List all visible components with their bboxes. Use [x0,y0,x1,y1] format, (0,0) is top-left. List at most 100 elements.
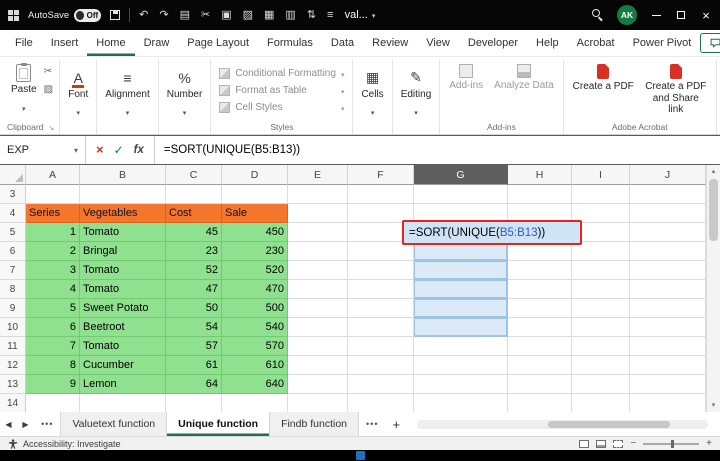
conditional-formatting-button[interactable]: Conditional Formatting [216,65,347,82]
cell-C10[interactable]: 54 [166,318,222,337]
chart-icon[interactable]: ▥ [285,10,295,21]
horizontal-scroll-thumb[interactable] [548,421,670,428]
search-icon[interactable] [591,9,604,22]
taskbar-app-icon[interactable] [356,451,365,460]
cell-I12[interactable] [572,356,630,375]
row-header-6[interactable]: 6 [0,242,26,261]
editing-group-button[interactable]: ✎ Editing [393,59,441,134]
column-header-J[interactable]: J [630,165,706,185]
cell-J4[interactable] [630,204,706,223]
cell-B12[interactable]: Cucumber [80,356,166,375]
cancel-icon[interactable] [96,141,104,159]
cell-E3[interactable] [288,185,348,204]
cell-I10[interactable] [572,318,630,337]
cell-E5[interactable] [288,223,348,242]
cell-J12[interactable] [630,356,706,375]
tab-page-layout[interactable]: Page Layout [178,30,258,56]
cell-A11[interactable]: 7 [26,337,80,356]
cell-H11[interactable] [508,337,572,356]
cell-A5[interactable]: 1 [26,223,80,242]
zoom-out-icon[interactable]: − [630,439,636,449]
accessibility-status[interactable]: Accessibility: Investigate [23,439,121,449]
cell-H8[interactable] [508,280,572,299]
cell-G12[interactable] [414,356,508,375]
cell-B7[interactable]: Tomato [80,261,166,280]
row-header-5[interactable]: 5 [0,223,26,242]
cell-F14[interactable] [348,394,414,412]
column-header-C[interactable]: C [166,165,222,185]
row-header-12[interactable]: 12 [0,356,26,375]
cell-D9[interactable]: 500 [222,299,288,318]
sheet-tab-unique-function[interactable]: Unique function [167,412,270,436]
menu-icon[interactable]: ≡ [327,10,333,21]
cell-I3[interactable] [572,185,630,204]
sheet-options-icon[interactable]: ••• [34,412,60,436]
column-header-H[interactable]: H [508,165,572,185]
cell-A13[interactable]: 9 [26,375,80,394]
clipboard-icon[interactable]: ▤ [180,10,190,21]
cell-I8[interactable] [572,280,630,299]
cell-J14[interactable] [630,394,706,412]
new-sheet-button[interactable]: + [385,412,407,436]
cell-D4[interactable]: Sale [222,204,288,223]
zoom-slider[interactable] [643,443,699,445]
cell-I9[interactable] [572,299,630,318]
cell-J6[interactable] [630,242,706,261]
cell-B9[interactable]: Sweet Potato [80,299,166,318]
cell-B3[interactable] [80,185,166,204]
cell-E7[interactable] [288,261,348,280]
horizontal-scrollbar[interactable] [417,420,708,429]
row-header-4[interactable]: 4 [0,204,26,223]
sheet-tab-findb-function[interactable]: Findb function [270,412,359,436]
cell-D7[interactable]: 520 [222,261,288,280]
cell-F12[interactable] [348,356,414,375]
tab-view[interactable]: View [417,30,459,56]
enter-icon[interactable] [114,141,124,159]
format-painter-icon[interactable]: ▨ [44,84,53,95]
tab-home[interactable]: Home [87,30,134,56]
name-box[interactable]: EXP [0,136,86,164]
tab-review[interactable]: Review [363,30,417,56]
cell-B13[interactable]: Lemon [80,375,166,394]
tab-formulas[interactable]: Formulas [258,30,322,56]
format-painter-icon[interactable]: ▨ [243,10,253,21]
page-break-view-icon[interactable] [613,440,623,448]
cell-F7[interactable] [348,261,414,280]
cell-I7[interactable] [572,261,630,280]
cell-J7[interactable] [630,261,706,280]
cell-B11[interactable]: Tomato [80,337,166,356]
row-header-14[interactable]: 14 [0,394,26,412]
cell-C8[interactable]: 47 [166,280,222,299]
row-header-11[interactable]: 11 [0,337,26,356]
cell-B5[interactable]: Tomato [80,223,166,242]
cut-icon[interactable]: ✂ [44,66,53,77]
cell-C12[interactable]: 61 [166,356,222,375]
sheet-nav-right-icon[interactable]: ▶ [17,412,34,436]
cell-I14[interactable] [572,394,630,412]
cell-F9[interactable] [348,299,414,318]
column-header-B[interactable]: B [80,165,166,185]
zoom-in-icon[interactable]: + [706,439,712,449]
font-group-button[interactable]: A Font [60,59,97,134]
format-as-table-button[interactable]: Format as Table [216,82,347,99]
cell-J5[interactable] [630,223,706,242]
cell-C4[interactable]: Cost [166,204,222,223]
column-header-I[interactable]: I [572,165,630,185]
cell-J13[interactable] [630,375,706,394]
cell-C5[interactable]: 45 [166,223,222,242]
cell-J11[interactable] [630,337,706,356]
autosave-control[interactable]: AutoSave Off [28,9,101,22]
number-group-button[interactable]: % Number [159,59,212,134]
cell-D6[interactable]: 230 [222,242,288,261]
cell-F13[interactable] [348,375,414,394]
cell-F3[interactable] [348,185,414,204]
document-title[interactable]: val... [345,9,376,21]
sheet-nav-left-icon[interactable]: ◀ [0,412,17,436]
cell-A7[interactable]: 3 [26,261,80,280]
cell-J9[interactable] [630,299,706,318]
cell-H12[interactable] [508,356,572,375]
cell-D10[interactable]: 540 [222,318,288,337]
insert-function-icon[interactable]: fx [134,144,144,156]
cell-A14[interactable] [26,394,80,412]
sort-icon[interactable]: ⇅ [307,10,316,21]
